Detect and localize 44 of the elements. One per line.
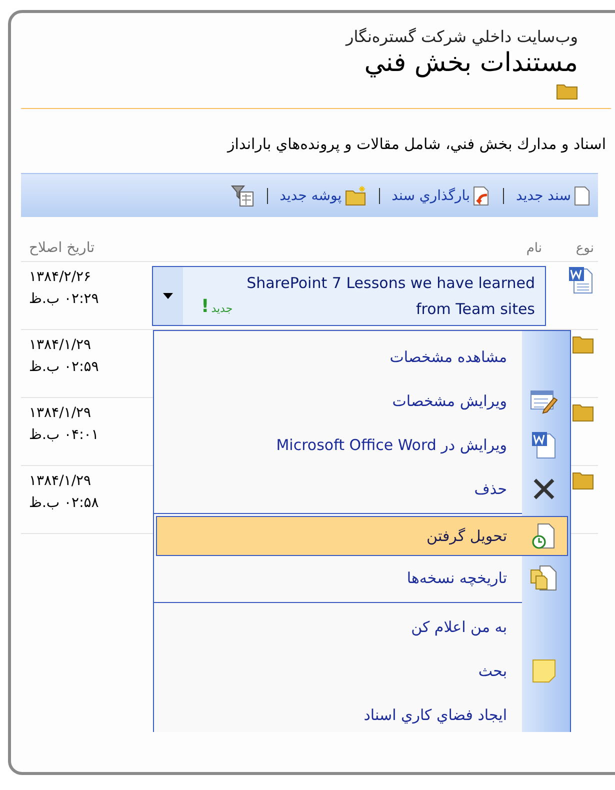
menu-item[interactable]: تحويل گرفتن [156, 516, 568, 556]
modified-date: ۱۳۸۴/۱/۲۹ [29, 472, 92, 491]
site-title: وب‌سايت داخلي شركت گستره‌نگار [346, 27, 578, 46]
menu-item[interactable]: تاريخچه نسخه‌ها [156, 556, 568, 600]
menu-item[interactable]: ويرايش در Microsoft Office Word [156, 423, 568, 467]
document-icon [574, 186, 590, 206]
toolbar-link[interactable]: پوشه جديد [280, 186, 367, 206]
document-clock-icon [532, 523, 556, 549]
folder-icon [572, 470, 594, 490]
modified-date: ۱۳۸۴/۲/۲۶ [29, 268, 92, 287]
new-folder-icon [344, 186, 367, 206]
folder-icon [572, 402, 594, 422]
caret-icon [163, 293, 173, 299]
folder-icon [572, 334, 594, 354]
column-header[interactable]: تاريخ اصلاح [21, 237, 145, 259]
modified-time: ۰۴:۰۱ ب.ظ [29, 426, 99, 445]
modified-date: ۱۳۸۴/۱/۲۹ [29, 336, 92, 355]
note-icon [531, 658, 557, 684]
new-label: جديد! [201, 297, 233, 319]
column-header[interactable]: نوع [550, 240, 598, 256]
column-header[interactable]: نام [145, 240, 550, 256]
filter-icon[interactable] [230, 184, 255, 206]
modified-date: ۱۳۸۴/۱/۲۹ [29, 404, 92, 423]
modified-time: ۰۲:۵۹ ب.ظ [29, 358, 99, 377]
page-title: مستندات بخش فني [364, 47, 578, 80]
menu-item[interactable]: بحث [156, 649, 568, 693]
menu-item[interactable]: ويرايش مشخصات [156, 379, 568, 423]
word-document-icon [531, 431, 557, 459]
edit-properties-icon [530, 388, 558, 414]
versions-icon [530, 564, 558, 592]
delete-icon [532, 477, 556, 501]
description: اسناد و مدارك بخش فني، شامل مقالات و پرونده‌هاي بارانداز [226, 134, 606, 153]
document-link[interactable]: SharePoint 7 Lessons we have learned from Team sites [245, 270, 535, 322]
menu-item[interactable]: مشاهده مشخصات [156, 335, 568, 379]
menu-item[interactable]: حذف [156, 467, 568, 511]
menu-item[interactable]: به من اعلام كن [156, 605, 568, 649]
upload-icon [472, 186, 491, 206]
modified-time: ۰۲:۵۸ ب.ظ [29, 494, 99, 513]
modified-time: ۰۲:۲۹ ب.ظ [29, 290, 99, 309]
toolbar-link[interactable]: بارگذاري سند [392, 186, 491, 206]
menu-item[interactable]: ايجاد فضاي كاري اسناد [156, 693, 568, 737]
toolbar-link[interactable]: سند جديد [516, 186, 590, 206]
word-document-icon [568, 266, 594, 294]
folder-icon [556, 82, 578, 100]
